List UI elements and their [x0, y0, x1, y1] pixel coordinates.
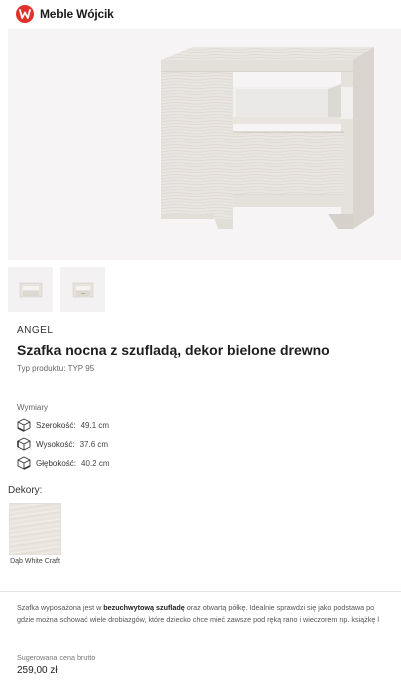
product-description: Szafka wyposażona jest w bezuchwytową sz…: [17, 602, 401, 626]
dimension-label: Wysokość:: [36, 439, 75, 449]
cube-depth-icon: [17, 456, 31, 470]
price-value: 259,00 zł: [17, 665, 58, 676]
price-label: Sugerowana cena brutto: [17, 653, 96, 662]
product-title: Szafka nocna z szufladą, dekor bielone d…: [17, 342, 330, 358]
dimension-width: Szerokość: 49.1 cm: [17, 418, 109, 432]
decor-label: Dąb White Craft: [10, 558, 60, 565]
dimension-depth: Głębokość: 40.2 cm: [17, 456, 110, 470]
divider: [0, 591, 401, 592]
product-type-value: TYP 95: [67, 364, 95, 373]
description-line-2: gdzie można schować wiele drobiazgów, kt…: [17, 615, 379, 624]
dimension-label: Szerokość:: [36, 420, 76, 430]
cube-width-icon: [17, 418, 31, 432]
logo-icon[interactable]: [16, 5, 34, 23]
dimensions-heading: Wymiary: [17, 403, 49, 412]
dimension-label: Głębokość:: [36, 458, 77, 468]
dimension-value: 37.6 cm: [79, 439, 109, 449]
thumbnail-1[interactable]: [8, 267, 53, 312]
decor-swatch-white-craft[interactable]: [9, 503, 61, 555]
description-line-1: Szafka wyposażona jest w bezuchwytową sz…: [17, 603, 375, 612]
decors-heading: Dekory:: [8, 485, 43, 496]
product-main-image[interactable]: [8, 29, 401, 260]
dimension-value: 49.1 cm: [80, 420, 110, 430]
product-type: Typ produktu: TYP 95: [17, 364, 94, 373]
dimension-value: 40.2 cm: [81, 458, 110, 468]
thumbnail-2[interactable]: [60, 267, 105, 312]
header: Meble Wójcik: [0, 0, 401, 28]
description-highlight: bezuchwytową szufladę: [103, 603, 185, 612]
product-brand: ANGEL: [17, 325, 54, 336]
cube-height-icon: [17, 437, 31, 451]
logo-text[interactable]: Meble Wójcik: [40, 7, 114, 21]
product-type-label: Typ produktu:: [17, 364, 66, 373]
dimension-height: Wysokość: 37.6 cm: [17, 437, 108, 451]
thumbnail-strip: [8, 267, 105, 312]
